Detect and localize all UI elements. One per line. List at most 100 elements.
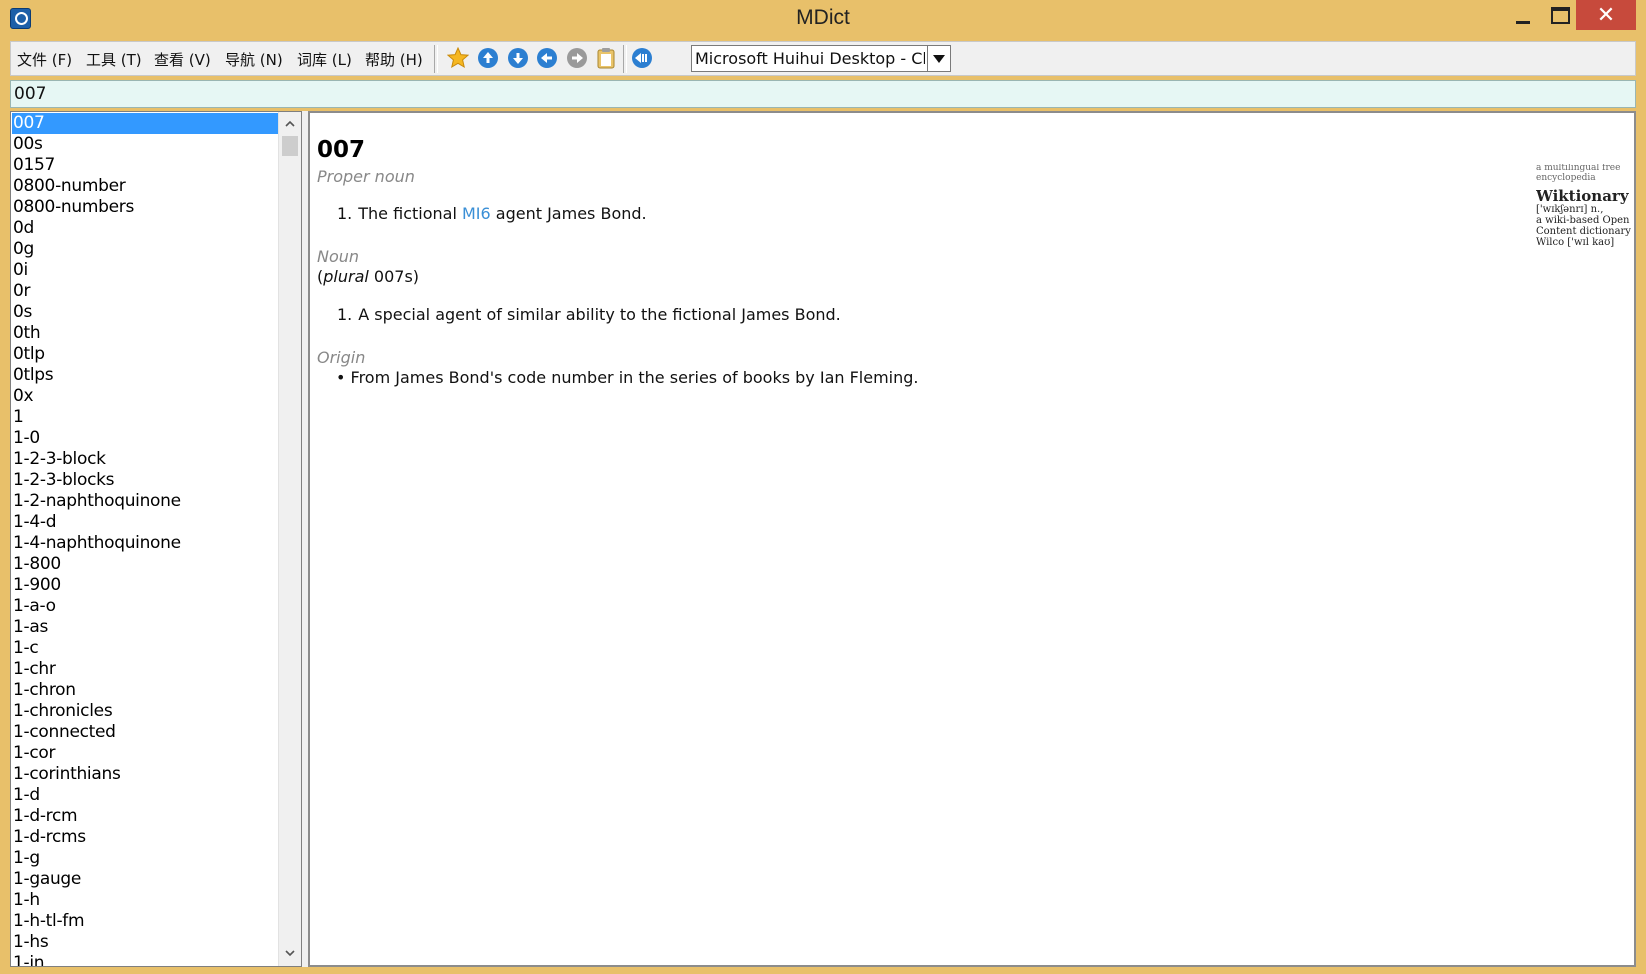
word-list-item[interactable]: 1-4-naphthoquinone [12,533,280,554]
arrow-up-icon[interactable] [477,47,499,69]
definition-number: 1. [337,305,353,324]
word-list-item[interactable]: 1-h [12,890,280,911]
word-list-item[interactable]: 1-0 [12,428,280,449]
headword: 007 [317,137,366,163]
word-list-item[interactable]: 1-cor [12,743,280,764]
word-list-item[interactable]: 1-corinthians [12,764,280,785]
maximize-button[interactable] [1540,0,1580,30]
window-title: MDict [796,6,850,29]
word-list-item[interactable]: 1-a-o [12,596,280,617]
word-list-item[interactable]: 1-hs [12,932,280,953]
word-list-item[interactable]: 1-connected [12,722,280,743]
word-list-item[interactable]: 0800-numbers [12,197,280,218]
word-list-item[interactable]: 1-in [12,953,280,966]
word-list-item[interactable]: 1-chronicles [12,701,280,722]
word-list-panel: 007 00s 0157 0800-number 0800-numbers 0d 0g 0i 0… [10,111,302,967]
logo-text: encyclopedia [1536,172,1596,183]
word-list-item[interactable]: 007 [12,113,280,134]
menu-toolbar-row: 文件 (F) 工具 (T) 查看 (V) 导航 (N) 词库 (L) 帮助 (H… [10,41,1636,76]
word-list-item[interactable]: 1-c [12,638,280,659]
dictionary-select-value: Microsoft Huihui Desktop - Cl [695,49,925,68]
origin-item: • From James Bond's code number in the s… [336,368,919,387]
menu-tools[interactable]: 工具 (T) [86,49,142,70]
word-list-item[interactable]: 1-chr [12,659,280,680]
word-list-item[interactable]: 1-d [12,785,280,806]
word-list-item[interactable]: 1-2-naphthoquinone [12,491,280,512]
definition-1: 1. The fictional MI6 agent James Bond. [337,204,647,223]
clipboard-icon[interactable] [595,47,617,69]
back-dict-icon[interactable] [631,47,653,69]
word-list-item[interactable]: 1-2-3-blocks [12,470,280,491]
word-list-item[interactable]: 1-g [12,848,280,869]
mdict-window: MDict ✕ 文件 (F) 工具 (T) 查看 (V) 导航 (N) 词库 (… [0,0,1646,974]
word-list-item[interactable]: 0800-number [12,176,280,197]
logo-name: Wiktionary [1536,186,1629,205]
mi6-link[interactable]: MI6 [462,204,491,223]
part-of-speech-noun: Noun [317,247,360,266]
definition-pane: 007 Proper noun 1. The fictional MI6 agen… [308,111,1636,967]
close-icon: ✕ [1596,2,1616,28]
close-button[interactable]: ✕ [1576,0,1636,30]
menu-navigate[interactable]: 导航 (N) [225,49,283,70]
word-list-item[interactable]: 0d [12,218,280,239]
menu-file[interactable]: 文件 (F) [17,49,72,70]
word-list-item[interactable]: 1-d-rcms [12,827,280,848]
menu-library[interactable]: 词库 (L) [297,49,352,70]
plural-form: (plural 007s) [317,267,419,286]
definition-text: agent James Bond. [495,204,647,223]
word-list-item[interactable]: 1-800 [12,554,280,575]
word-list-item[interactable]: 1-2-3-block [12,449,280,470]
plural-label: plural [323,267,369,286]
word-list-item[interactable]: 0tlp [12,344,280,365]
menu-help[interactable]: 帮助 (H) [365,49,423,70]
origin-text: From James Bond's code number in the ser… [350,368,919,387]
part-of-speech-proper-noun: Proper noun [317,167,415,186]
logo-text: Wilco ['wɪl kaʊ] [1536,237,1615,249]
arrow-down-icon[interactable] [507,47,529,69]
minimize-button[interactable] [1503,0,1543,30]
word-list-item[interactable]: 0g [12,239,280,260]
word-list-item[interactable]: 1-as [12,617,280,638]
logo-text: Content dictionary [1536,226,1631,238]
bullet-icon: • [336,368,346,387]
menu-view[interactable]: 查看 (V) [154,49,211,70]
logo-text: ['wɪkʃənrɪ] n., [1536,204,1604,216]
plural-value: 007s) [373,267,420,286]
toolbar-separator [623,45,627,73]
wiktionary-logo: a multilingual free encyclopedia Wiktion… [1536,164,1634,259]
definition-2: 1. A special agent of similar ability to … [337,305,841,324]
search-input[interactable] [10,80,1636,108]
dictionary-select[interactable]: Microsoft Huihui Desktop - Cl [691,45,951,72]
chevron-down-icon[interactable] [927,46,950,71]
word-list[interactable]: 007 00s 0157 0800-number 0800-numbers 0d 0g 0i 0… [12,113,280,966]
word-list-item[interactable]: 0tlps [12,365,280,386]
word-list-item[interactable]: 0th [12,323,280,344]
word-list-item[interactable]: 1-gauge [12,869,280,890]
word-list-item[interactable]: 0157 [12,155,280,176]
origin-label: Origin [317,348,366,367]
word-list-item[interactable]: 1 [12,407,280,428]
star-icon[interactable] [447,47,469,69]
minimize-icon [1516,20,1530,24]
arrow-right-icon[interactable] [566,47,588,69]
word-list-item[interactable]: 00s [12,134,280,155]
logo-text: a wiki-based Open [1536,215,1630,227]
definition-text: A special agent of similar ability to th… [358,305,841,324]
word-list-item[interactable]: 1-4-d [12,512,280,533]
arrow-left-icon[interactable] [536,47,558,69]
word-list-item[interactable]: 1-900 [12,575,280,596]
scroll-down-icon[interactable] [279,942,301,964]
definition-text: The fictional [358,204,457,223]
definition-number: 1. [337,204,353,223]
word-list-item[interactable]: 0x [12,386,280,407]
word-list-item[interactable]: 0s [12,302,280,323]
word-list-scrollbar[interactable] [278,112,301,966]
word-list-item[interactable]: 0r [12,281,280,302]
scroll-up-icon[interactable] [279,112,301,134]
scrollbar-thumb[interactable] [282,136,298,156]
word-list-item[interactable]: 0i [12,260,280,281]
word-list-item[interactable]: 1-d-rcm [12,806,280,827]
word-list-item[interactable]: 1-chron [12,680,280,701]
title-bar[interactable]: MDict ✕ [0,0,1646,37]
word-list-item[interactable]: 1-h-tl-fm [12,911,280,932]
